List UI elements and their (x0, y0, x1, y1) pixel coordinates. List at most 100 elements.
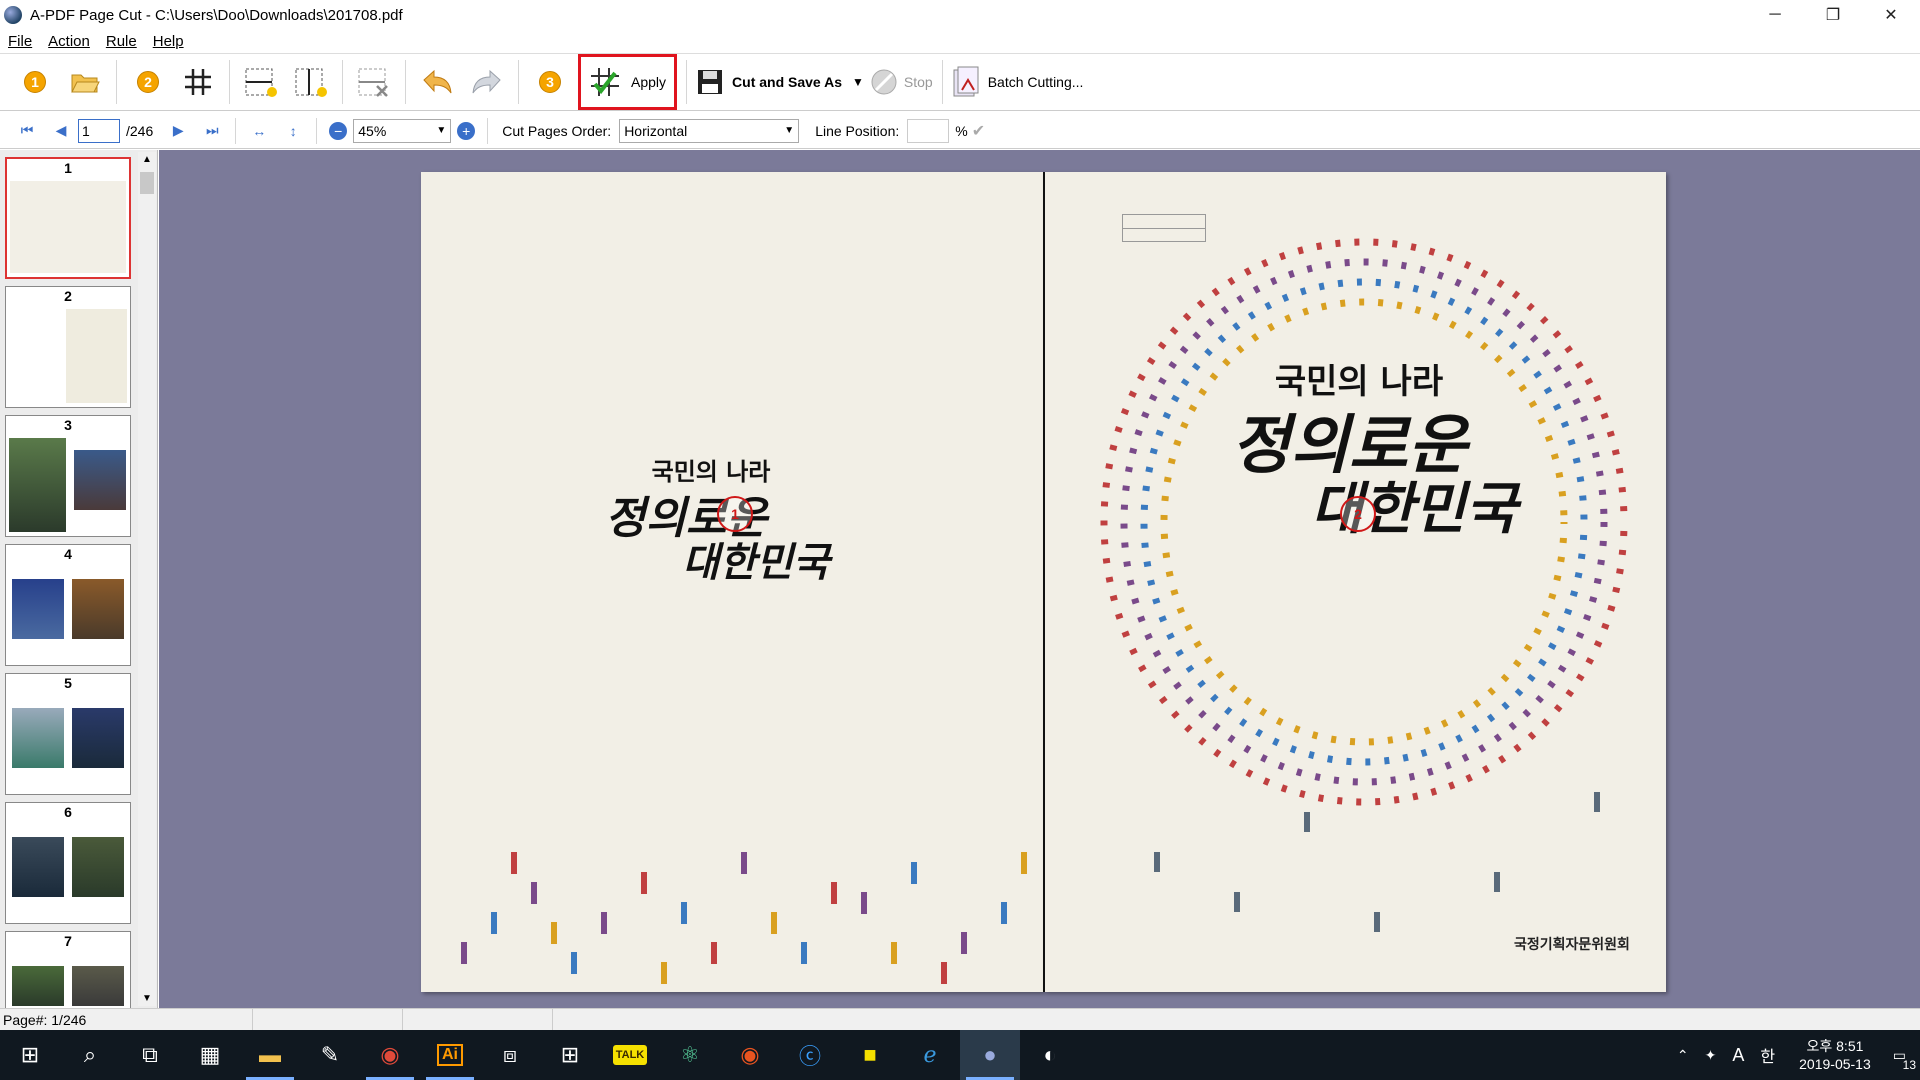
publisher-name: 국정기획자문위원회 (1514, 936, 1630, 952)
apply-button[interactable]: Apply (578, 54, 678, 110)
windows-start-icon[interactable]: ⊞ (0, 1030, 60, 1080)
thumbnail-number: 3 (64, 417, 72, 433)
file-explorer-icon[interactable]: ▬ (240, 1030, 300, 1080)
ubuntu-icon[interactable]: ◉ (720, 1030, 780, 1080)
grid-button[interactable] (176, 60, 220, 104)
cut-and-save-label: Cut and Save As (732, 74, 842, 90)
cut-pages-order-label: Cut Pages Order: (502, 122, 612, 139)
task-view-icon[interactable]: ⧉ (120, 1030, 180, 1080)
fit-height-icon[interactable]: ↕ (280, 118, 306, 144)
cut-pages-order-select[interactable]: Horizontal ▼ (619, 118, 800, 143)
illustrator-icon[interactable]: Ai (420, 1030, 480, 1080)
thumbnail-page-4[interactable]: 4 (5, 544, 131, 666)
dropdown-arrow-icon[interactable]: ▼ (852, 75, 864, 89)
thumbnail-page-3[interactable]: 3 (5, 415, 131, 537)
chrome-icon[interactable]: ◉ (360, 1030, 420, 1080)
vertical-cut-line[interactable] (1043, 172, 1045, 992)
separator (229, 60, 230, 104)
restore-button[interactable]: ❐ (1804, 0, 1862, 30)
line-position-input[interactable] (907, 118, 950, 143)
open-file-button[interactable] (63, 60, 107, 104)
zoom-value: 45% (358, 122, 387, 139)
separator (342, 60, 343, 104)
page-left-half: 국민의 나라 정의로운 대한민국 1 (421, 172, 1043, 992)
zoom-out-icon[interactable]: − (329, 121, 348, 140)
separator (405, 60, 406, 104)
floppy-disk-icon (698, 70, 723, 94)
search-icon[interactable]: ⌕ (60, 1030, 120, 1080)
left-title-line2: 대한민국 (682, 539, 830, 586)
line-position-label: Line Position: (815, 122, 900, 139)
menu-action[interactable]: Action (40, 33, 98, 50)
delete-line-icon (358, 68, 388, 97)
batch-cutting-button[interactable]: Batch Cutting... (952, 60, 1083, 104)
network-app-icon[interactable]: ⊞ (540, 1030, 600, 1080)
browser-c-icon[interactable]: ⓒ (780, 1030, 840, 1080)
minimize-button[interactable]: ─ (1746, 0, 1804, 30)
scrollbar-thumb[interactable] (140, 172, 154, 194)
batch-cut-icon (953, 66, 979, 97)
thumbnail-page-1[interactable]: 1 (5, 157, 131, 279)
thumbnail-panel: 1 2 3 4 5 6 7 (0, 150, 158, 1008)
sticky-notes-icon[interactable]: ■ (840, 1030, 900, 1080)
close-button[interactable]: ✕ (1862, 0, 1920, 30)
paint-app-icon[interactable]: ✎ (300, 1030, 360, 1080)
dropbox-icon[interactable]: ✦ (1705, 1047, 1717, 1064)
clock[interactable]: 오후 8:51 2019-05-13 (1799, 1037, 1871, 1073)
separator (941, 60, 943, 104)
atom-app-icon[interactable]: ⚛ (660, 1030, 720, 1080)
globe-app-icon[interactable]: ◐ (1020, 1030, 1080, 1080)
menu-file[interactable]: File (0, 33, 40, 50)
zoom-select[interactable]: 45% ▼ (353, 118, 452, 143)
kakaotalk-icon[interactable]: TALK (600, 1030, 660, 1080)
confirm-check-icon[interactable]: ✔ (972, 121, 985, 141)
a-pdf-taskbar-icon[interactable]: ● (960, 1030, 1020, 1080)
ime-mode-a[interactable]: A (1732, 1045, 1744, 1066)
step3-icon: 3 (539, 71, 561, 93)
separator (487, 117, 489, 144)
thumbnail-page-2[interactable]: 2 (5, 286, 131, 408)
apply-label: Apply (631, 74, 667, 90)
page-marker-2: 2 (1340, 496, 1376, 532)
current-page-input[interactable] (78, 118, 120, 143)
next-page-icon[interactable]: ▶ (165, 118, 191, 144)
status-cell (253, 1009, 403, 1030)
stop-button[interactable]: Stop (870, 60, 933, 104)
add-vertical-line-button[interactable] (289, 60, 333, 104)
scroll-up-icon[interactable]: ▲ (142, 154, 152, 165)
last-page-icon[interactable]: ⏭ (199, 118, 225, 144)
previous-page-icon[interactable]: ◀ (48, 118, 74, 144)
cut-and-save-as-button[interactable]: Cut and Save As ▼ (696, 60, 864, 104)
separator (116, 60, 117, 104)
first-page-icon[interactable]: ⏮ (14, 118, 40, 144)
thumbnail-image (12, 708, 64, 768)
thumbnail-scrollbar[interactable]: ▲ ▼ (138, 152, 156, 1006)
internet-explorer-icon[interactable]: ℯ (900, 1030, 960, 1080)
undo-button[interactable] (415, 60, 459, 104)
redo-button[interactable] (465, 60, 509, 104)
clock-time: 오후 8:51 (1806, 1038, 1864, 1054)
redo-icon (472, 69, 501, 94)
calculator-icon[interactable]: ▦ (180, 1030, 240, 1080)
navigation-toolbar: ⏮ ◀ /246 ▶ ⏭ ↔ ↕ − 45% ▼ + Cut Pages Ord… (0, 113, 1920, 149)
thumbnail-image (72, 579, 124, 639)
delete-line-button[interactable] (352, 60, 396, 104)
add-horizontal-line-button[interactable] (239, 60, 283, 104)
fit-width-icon[interactable]: ↔ (246, 118, 272, 144)
ime-mode-han[interactable]: 한 (1760, 1043, 1775, 1067)
zoom-in-icon[interactable]: + (457, 121, 476, 140)
thumbnail-page-6[interactable]: 6 (5, 802, 131, 924)
menu-help[interactable]: Help (145, 33, 192, 50)
document-canvas[interactable]: 국민의 나라 정의로운 대한민국 1 국민의 나라 정의로운 대한민국 2 국정… (159, 150, 1920, 1008)
thumbnail-number: 4 (64, 546, 72, 562)
remote-desktop-icon[interactable]: ⧈ (480, 1030, 540, 1080)
thumbnail-page-7[interactable]: 7 (5, 931, 131, 1008)
thumbnail-image (12, 966, 64, 1006)
thumbnail-page-5[interactable]: 5 (5, 673, 131, 795)
separator (518, 60, 519, 104)
chevron-up-icon[interactable]: ⌃ (1677, 1047, 1689, 1064)
stop-icon (871, 69, 897, 95)
menu-rule[interactable]: Rule (98, 33, 145, 50)
notification-center-icon[interactable]: ▭ 13 (1893, 1047, 1916, 1072)
scroll-down-icon[interactable]: ▼ (142, 993, 152, 1004)
